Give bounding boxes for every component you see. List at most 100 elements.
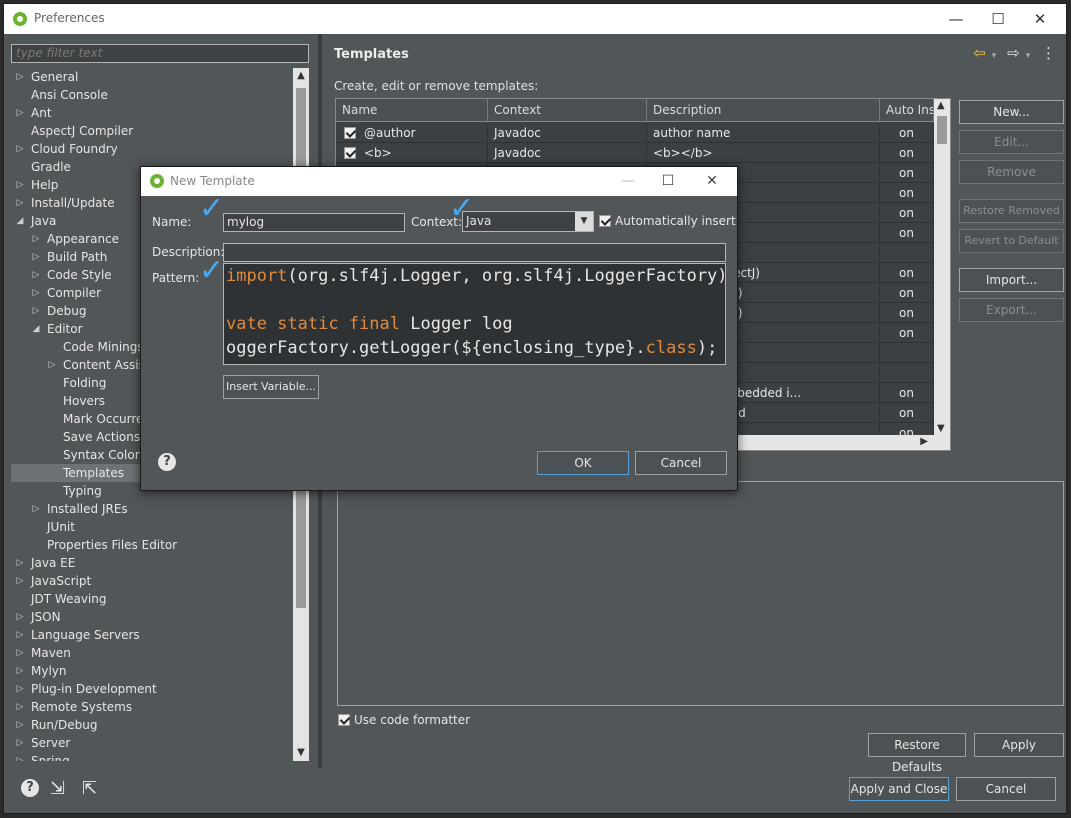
tree-item[interactable]: ▷ Mylyn (11, 662, 309, 680)
tree-item[interactable]: Properties Files Editor (11, 536, 309, 554)
column-context[interactable]: Context (488, 99, 647, 122)
back-arrow-icon[interactable]: ⇦ (973, 44, 986, 62)
expand-arrow-icon[interactable]: ▷ (15, 176, 25, 194)
expand-arrow-icon[interactable]: ▷ (31, 302, 41, 320)
close-button[interactable]: ✕ (697, 169, 727, 193)
tree-item[interactable]: ▷ Language Servers (11, 626, 309, 644)
chevron-down-icon[interactable]: ▾ (1026, 51, 1031, 61)
close-button[interactable]: ✕ (1020, 7, 1060, 31)
help-icon[interactable]: ? (21, 779, 39, 797)
tree-item[interactable]: JDT Weaving (11, 590, 309, 608)
expand-arrow-icon[interactable]: ▷ (15, 68, 25, 86)
cancel-button[interactable]: Cancel (956, 777, 1056, 801)
restore-defaults-button[interactable]: Restore Defaults (868, 733, 966, 774)
tree-item[interactable]: ▷ Server (11, 734, 309, 752)
expand-arrow-icon[interactable]: ▷ (15, 752, 25, 761)
expand-arrow-icon[interactable]: ▷ (15, 194, 25, 212)
apply-button[interactable]: Apply (974, 733, 1064, 757)
checkbox-checked-icon[interactable] (599, 215, 611, 227)
tree-item[interactable]: AspectJ Compiler (11, 122, 309, 140)
revert-to-default-button[interactable]: Revert to Default (959, 229, 1064, 253)
scroll-down-icon[interactable]: ▼ (293, 745, 309, 761)
checkbox-checked-icon[interactable] (344, 127, 356, 139)
maximize-button[interactable]: ☐ (978, 7, 1018, 31)
scroll-down-icon[interactable]: ▼ (937, 423, 945, 434)
expand-arrow-icon[interactable]: ▷ (31, 266, 41, 284)
insert-variable-button[interactable]: Insert Variable... (223, 375, 319, 399)
use-code-formatter-checkbox[interactable]: Use code formatter (338, 713, 470, 727)
chevron-down-icon[interactable]: ▼ (575, 212, 593, 231)
dialog-cancel-button[interactable]: Cancel (635, 451, 727, 475)
expand-arrow-icon[interactable]: ▷ (31, 284, 41, 302)
scroll-up-icon[interactable]: ▲ (293, 68, 309, 84)
expand-arrow-icon[interactable]: ▷ (15, 644, 25, 662)
expand-arrow-icon[interactable]: ▷ (15, 662, 25, 680)
tree-item[interactable]: ▷ Remote Systems (11, 698, 309, 716)
chevron-down-icon[interactable]: ▾ (992, 51, 997, 61)
expanded-arrow-icon[interactable]: ◢ (15, 212, 25, 230)
expand-arrow-icon[interactable]: ▷ (15, 104, 25, 122)
expand-arrow-icon[interactable]: ▷ (31, 500, 41, 518)
table-row[interactable]: <b> Javadoc <b></b> on (336, 143, 934, 163)
checkbox-checked-icon[interactable] (338, 714, 350, 726)
tree-item[interactable]: ▷ General (11, 68, 309, 86)
expand-arrow-icon[interactable]: ▷ (15, 698, 25, 716)
column-auto-insert[interactable]: Auto Inse (880, 99, 934, 122)
column-description[interactable]: Description (647, 99, 880, 122)
remove-button[interactable]: Remove (959, 160, 1064, 184)
tree-item[interactable]: ▷ Spring (11, 752, 309, 761)
tree-item[interactable]: ▷ Run/Debug (11, 716, 309, 734)
expand-arrow-icon[interactable]: ▷ (47, 356, 57, 374)
expand-arrow-icon[interactable]: ▷ (15, 734, 25, 752)
column-name[interactable]: Name (336, 99, 488, 122)
expand-arrow-icon[interactable]: ▷ (15, 554, 25, 572)
expand-arrow-icon[interactable]: ▷ (31, 248, 41, 266)
tree-item[interactable]: ▷ Cloud Foundry (11, 140, 309, 158)
export-button[interactable]: Export... (959, 298, 1064, 322)
expand-arrow-icon[interactable]: ▷ (31, 230, 41, 248)
help-icon[interactable]: ? (158, 453, 176, 471)
tree-item[interactable]: ▷ Plug-in Development (11, 680, 309, 698)
expand-arrow-icon[interactable]: ▷ (15, 572, 25, 590)
auto-insert-checkbox[interactable]: Automatically insert (599, 214, 736, 228)
tree-item-label: Appearance (47, 232, 120, 246)
checkbox-checked-icon[interactable] (344, 147, 356, 159)
new-button[interactable]: New... (959, 100, 1064, 124)
filter-input[interactable]: type filter text (11, 44, 309, 63)
tree-item[interactable]: ▷ JavaScript (11, 572, 309, 590)
apply-and-close-button[interactable]: Apply and Close (849, 777, 949, 801)
restore-removed-button[interactable]: Restore Removed (959, 199, 1064, 223)
context-select[interactable]: Java ▼ (462, 211, 594, 232)
tree-item[interactable]: ▷ JSON (11, 608, 309, 626)
edit-button[interactable]: Edit... (959, 130, 1064, 154)
minimize-button[interactable]: — (613, 169, 643, 193)
name-input[interactable]: mylog (223, 213, 405, 232)
table-vscrollbar[interactable]: ▲ ▼ (934, 99, 950, 435)
more-menu-icon[interactable]: ⋮ (1041, 44, 1056, 62)
maximize-button[interactable]: ☐ (653, 169, 683, 193)
expand-arrow-icon[interactable]: ▷ (15, 680, 25, 698)
scroll-up-icon[interactable]: ▲ (937, 100, 945, 111)
expand-arrow-icon[interactable]: ▷ (15, 140, 25, 158)
tree-item[interactable]: ▷ Java EE (11, 554, 309, 572)
description-input[interactable] (223, 243, 726, 262)
tree-item[interactable]: JUnit (11, 518, 309, 536)
table-row[interactable]: @author Javadoc author name on (336, 123, 934, 143)
tree-item[interactable]: ▷ Installed JREs (11, 500, 309, 518)
expand-arrow-icon[interactable]: ▷ (15, 608, 25, 626)
scroll-thumb[interactable] (937, 116, 947, 144)
tree-item[interactable]: ▷ Maven (11, 644, 309, 662)
import-button[interactable]: Import... (959, 268, 1064, 292)
ok-button[interactable]: OK (537, 451, 629, 475)
scroll-right-icon[interactable]: ▶ (920, 436, 928, 447)
tree-item[interactable]: ▷ Ant (11, 104, 309, 122)
import-prefs-icon[interactable]: ⇲ (50, 778, 65, 799)
minimize-button[interactable]: — (936, 7, 976, 31)
expanded-arrow-icon[interactable]: ◢ (31, 320, 41, 338)
expand-arrow-icon[interactable]: ▷ (15, 626, 25, 644)
expand-arrow-icon[interactable]: ▷ (15, 716, 25, 734)
export-prefs-icon[interactable]: ⇱ (82, 778, 97, 799)
forward-arrow-icon[interactable]: ⇨ (1007, 44, 1020, 62)
pattern-editor[interactable]: import(org.slf4j.Logger, org.slf4j.Logge… (223, 263, 726, 365)
tree-item[interactable]: Ansi Console (11, 86, 309, 104)
